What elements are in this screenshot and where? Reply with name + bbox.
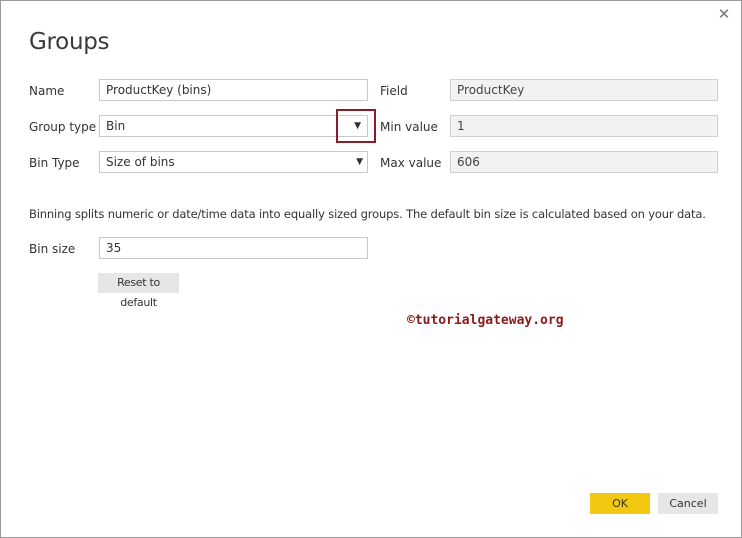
watermark-text: ©tutorialgateway.org (407, 313, 564, 328)
name-input-value: ProductKey (bins) (106, 83, 212, 97)
groups-dialog: ✕ Groups Name ProductKey (bins) Field Pr… (0, 0, 742, 538)
bin-size-value: 35 (106, 241, 122, 255)
name-input[interactable]: ProductKey (bins) (99, 79, 368, 101)
field-label: Field (380, 84, 408, 98)
min-value-label: Min value (380, 120, 438, 134)
bin-type-label: Bin Type (29, 156, 80, 170)
cancel-button[interactable]: Cancel (658, 493, 718, 514)
group-type-select-value: Bin (106, 119, 126, 133)
bin-type-select[interactable]: Size of bins ▼ (99, 151, 368, 173)
max-value-input: 606 (450, 151, 718, 173)
max-value-value: 606 (457, 155, 480, 169)
dialog-title: Groups (29, 29, 110, 55)
chevron-down-icon[interactable]: ▼ (354, 116, 361, 136)
bin-size-label: Bin size (29, 242, 76, 256)
binning-info-text: Binning splits numeric or date/time data… (29, 207, 706, 221)
min-value-input: 1 (450, 115, 718, 137)
group-type-label: Group type (29, 120, 97, 134)
bin-type-select-value: Size of bins (106, 155, 175, 169)
field-input-value: ProductKey (457, 83, 525, 97)
chevron-down-icon[interactable]: ▼ (356, 152, 363, 172)
ok-button[interactable]: OK (590, 493, 650, 514)
max-value-label: Max value (380, 156, 442, 170)
bin-size-input[interactable]: 35 (99, 237, 368, 259)
name-label: Name (29, 84, 65, 98)
group-type-select[interactable]: Bin ▼ (99, 115, 368, 137)
field-input: ProductKey (450, 79, 718, 101)
reset-to-default-button[interactable]: Reset to default (98, 273, 179, 309)
close-icon[interactable]: ✕ (715, 5, 733, 23)
min-value-value: 1 (457, 119, 465, 133)
